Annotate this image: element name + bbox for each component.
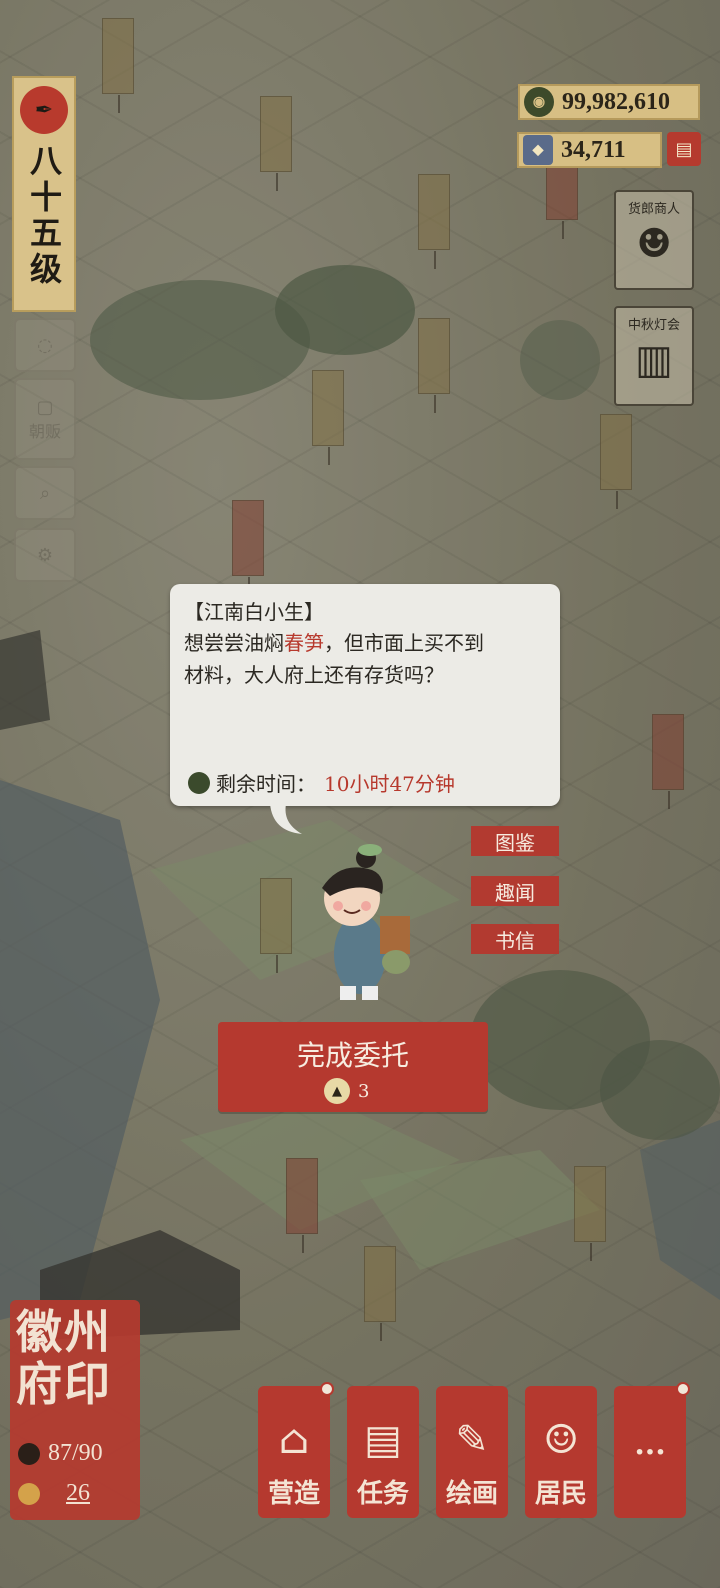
scroll-icon: ✎ [455,1417,489,1463]
bamboo-shoot-icon: ▲ [324,1078,350,1104]
brush-icon: ✒ [20,86,68,134]
count-row: 26 [18,1480,90,1507]
speaker-name: 【江南白小生】 [184,600,324,624]
search-button[interactable]: ⌕ [14,466,76,520]
complete-cost: ▲ 3 [324,1078,369,1104]
coin-counter: ◉ 99,982,610 [518,84,700,120]
tag-letter[interactable]: 书信 [471,924,559,954]
notification-dot [320,1382,334,1396]
bubble-tail [270,804,302,834]
trade-icon: ▢ [36,396,54,418]
nav-painting[interactable]: ✎ 绘画 [436,1386,508,1518]
timer-row: 剩余时间： 10小时47分钟 [188,768,455,797]
dialog-highlight: 春笋 [284,631,324,655]
coin-icon: ◉ [524,87,554,117]
shop-icon[interactable]: ▤ [667,132,701,166]
notification-dot [676,1382,690,1396]
gem-value: 34,711 [561,136,626,163]
level-plaque[interactable]: ✒ 八十五级 [12,76,76,312]
seal-title: 徽州府印 [16,1305,112,1411]
merchant-icon: ☻ [636,221,672,267]
complete-commission-button[interactable]: 完成委托 ▲ 3 [218,1022,488,1112]
count-value: 26 [66,1480,90,1506]
complete-label: 完成委托 [296,1039,409,1072]
coin-icon [18,1482,40,1505]
search-icon: ⌕ [39,482,51,504]
nav-residents[interactable]: ☺ 居民 [525,1386,597,1518]
building-icon: ⌂ [278,1417,310,1463]
nav-tasks[interactable]: ▤ 任务 [347,1386,419,1518]
resident-icon: ☺ [543,1417,579,1463]
nav-label: 居民 [534,1479,587,1509]
timer-label: 剩余时间： [216,772,316,796]
tag-encyclopedia[interactable]: 图鉴 [471,826,559,856]
gear-icon: ⚙ [36,544,54,566]
dialog-text-part: ，但市面上买不到 [324,631,484,655]
settings-button[interactable]: ⚙ [14,528,76,582]
scroll-icon: ▥ [635,337,673,383]
nav-label: 营造 [267,1479,320,1509]
dialog-text-part: 想尝尝油焖 [184,631,284,655]
prefecture-seal[interactable]: 徽州府印 87/90 26 [10,1300,140,1520]
merchant-card[interactable]: 货郎商人 ☻ [614,190,694,290]
gem-icon: ◆ [523,135,553,165]
chat-button[interactable]: ◌ [14,318,76,372]
population-value: 87/90 [48,1440,103,1466]
dialog-text-part: 材料，大人府上还有存货吗？ [184,663,444,687]
trade-button[interactable]: ▢ 朝贩 [14,378,76,460]
timer-icon [188,771,210,794]
gem-counter: ◆ 34,711 [517,132,662,168]
festival-card[interactable]: 中秋灯会 ▥ [614,306,694,406]
request-dialog: 【江南白小生】 想尝尝油焖春笋，但市面上买不到 材料，大人府上还有存货吗？ 剩余… [170,584,560,806]
nav-label: 任务 [356,1479,409,1509]
book-icon: ▤ [364,1417,402,1463]
festival-title: 中秋灯会 [627,318,680,333]
chat-icon: ◌ [37,334,53,356]
timer-value: 10小时47分钟 [324,772,455,796]
merchant-title: 货郎商人 [627,202,680,217]
coin-value: 99,982,610 [562,88,670,115]
nav-more[interactable]: ··· [614,1382,690,1518]
tag-anecdote[interactable]: 趣闻 [471,876,559,906]
dialog-text: 想尝尝油焖春笋，但市面上买不到 材料，大人府上还有存货吗？ [184,627,546,691]
resident-icon [18,1442,40,1465]
scholar-npc[interactable] [300,836,420,1006]
cost-value: 3 [358,1080,370,1102]
nav-build[interactable]: ⌂ 营造 [258,1382,334,1518]
level-label: 八十五级 [25,144,63,288]
nav-label: 绘画 [445,1479,498,1509]
more-icon: ··· [634,1434,666,1470]
trade-label: 朝贩 [28,421,61,441]
population-row: 87/90 [18,1440,103,1467]
